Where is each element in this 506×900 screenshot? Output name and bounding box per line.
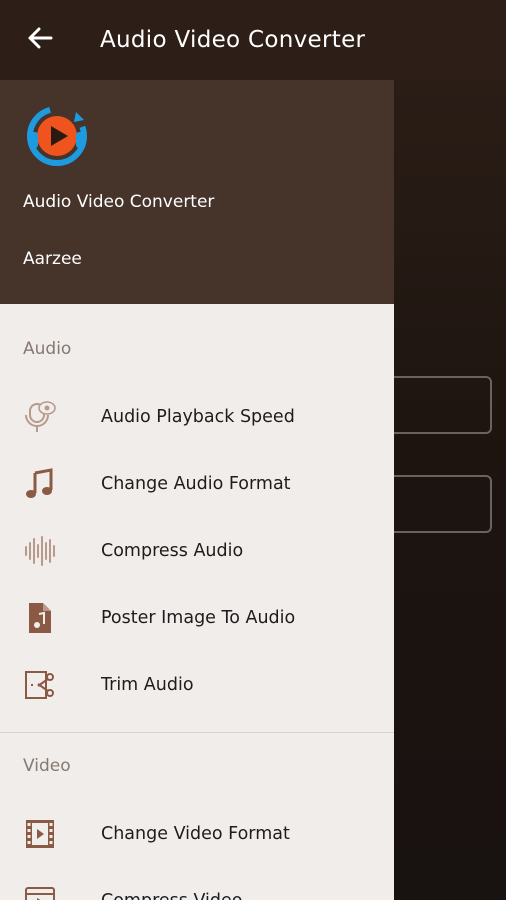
menu-item-label: Trim Audio (101, 675, 194, 695)
section-label-audio: Audio (23, 339, 72, 359)
background-input-field (380, 475, 492, 533)
menu-item-change-audio-format[interactable]: Change Audio Format (0, 451, 394, 517)
menu-item-trim-audio[interactable]: Trim Audio (0, 652, 394, 718)
menu-item-poster-image-to-audio[interactable]: Poster Image To Audio (0, 585, 394, 651)
waveform-icon (23, 534, 57, 568)
back-button[interactable] (0, 0, 80, 80)
background-input-field (380, 376, 492, 434)
film-icon (23, 817, 57, 851)
menu-item-change-video-format[interactable]: Change Video Format (0, 801, 394, 867)
section-label-video: Video (23, 756, 71, 776)
arrow-left-icon (27, 27, 53, 53)
drawer-app-name: Audio Video Converter (23, 192, 215, 212)
app-title: Audio Video Converter (100, 27, 366, 53)
video-compress-icon (23, 884, 57, 900)
music-note-icon (23, 467, 57, 501)
drawer-user-name: Aarzee (23, 249, 82, 269)
menu-item-label: Change Audio Format (101, 474, 291, 494)
menu-item-label: Compress Audio (101, 541, 244, 561)
app-logo (24, 102, 90, 168)
menu-item-compress-audio[interactable]: Compress Audio (0, 518, 394, 584)
section-divider (0, 732, 394, 733)
menu-item-audio-playback-speed[interactable]: Audio Playback Speed (0, 384, 394, 450)
audio-file-icon (23, 601, 57, 635)
menu-item-label: Audio Playback Speed (101, 407, 295, 427)
microphone-speed-icon (23, 400, 57, 434)
navigation-drawer: Audio Video Converter Aarzee Audio Audio… (0, 80, 394, 900)
menu-item-compress-video[interactable]: Compress Video (0, 868, 394, 900)
scissors-trim-icon (23, 668, 57, 702)
menu-item-label: Compress Video (101, 891, 243, 900)
menu-item-label: Poster Image To Audio (101, 608, 296, 628)
drawer-header: Audio Video Converter Aarzee (0, 80, 394, 304)
menu-item-label: Change Video Format (101, 824, 290, 844)
app-bar: Audio Video Converter (0, 0, 506, 80)
